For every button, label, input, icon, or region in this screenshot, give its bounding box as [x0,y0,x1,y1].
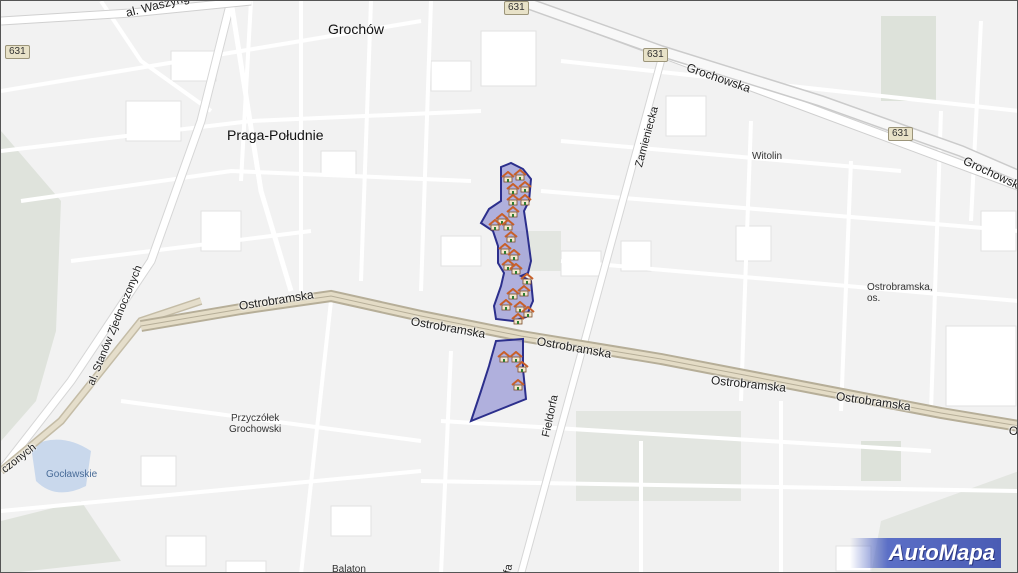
house-icon[interactable] [488,219,502,231]
road-label-fieldorfa-end: rfa [501,563,516,573]
house-icon[interactable] [518,194,532,206]
lake [31,439,91,493]
house-icon[interactable] [511,313,525,325]
green-area [1,501,121,572]
house-icon[interactable] [511,379,525,391]
road-shield-631: 631 [643,48,668,62]
road-shield-631: 631 [504,1,529,15]
district-label-grochow: Grochów [328,21,385,37]
house-icon[interactable] [504,231,518,243]
water-label-goclawskie: Gocławskie [46,469,98,480]
park-area [881,16,936,101]
road-shield-631: 631 [888,127,913,141]
house-icon[interactable] [501,219,515,231]
house-icon[interactable] [515,361,529,373]
place-label-balaton: Balaton [332,564,366,573]
district-label-praga-poludnie: Praga-Południe [227,127,324,143]
house-icon[interactable] [518,181,532,193]
automapa-logo: AutoMapa [850,538,1001,568]
park-area [1,131,61,441]
house-icon[interactable] [520,273,534,285]
place-label-witolin: Witolin [752,151,783,162]
map-base-layer [1,1,1017,572]
house-icon[interactable] [499,299,513,311]
road-shield-631: 631 [5,45,30,59]
house-icon[interactable] [513,169,527,181]
place-label-ostrobramska-os: Ostrobramska, os. [867,282,933,304]
place-label-przyczolek-grochowski: Przyczółek Grochowski [229,413,282,435]
map-canvas[interactable]: al. Waszyngtona Grochowska Grochowska Za… [0,0,1018,573]
